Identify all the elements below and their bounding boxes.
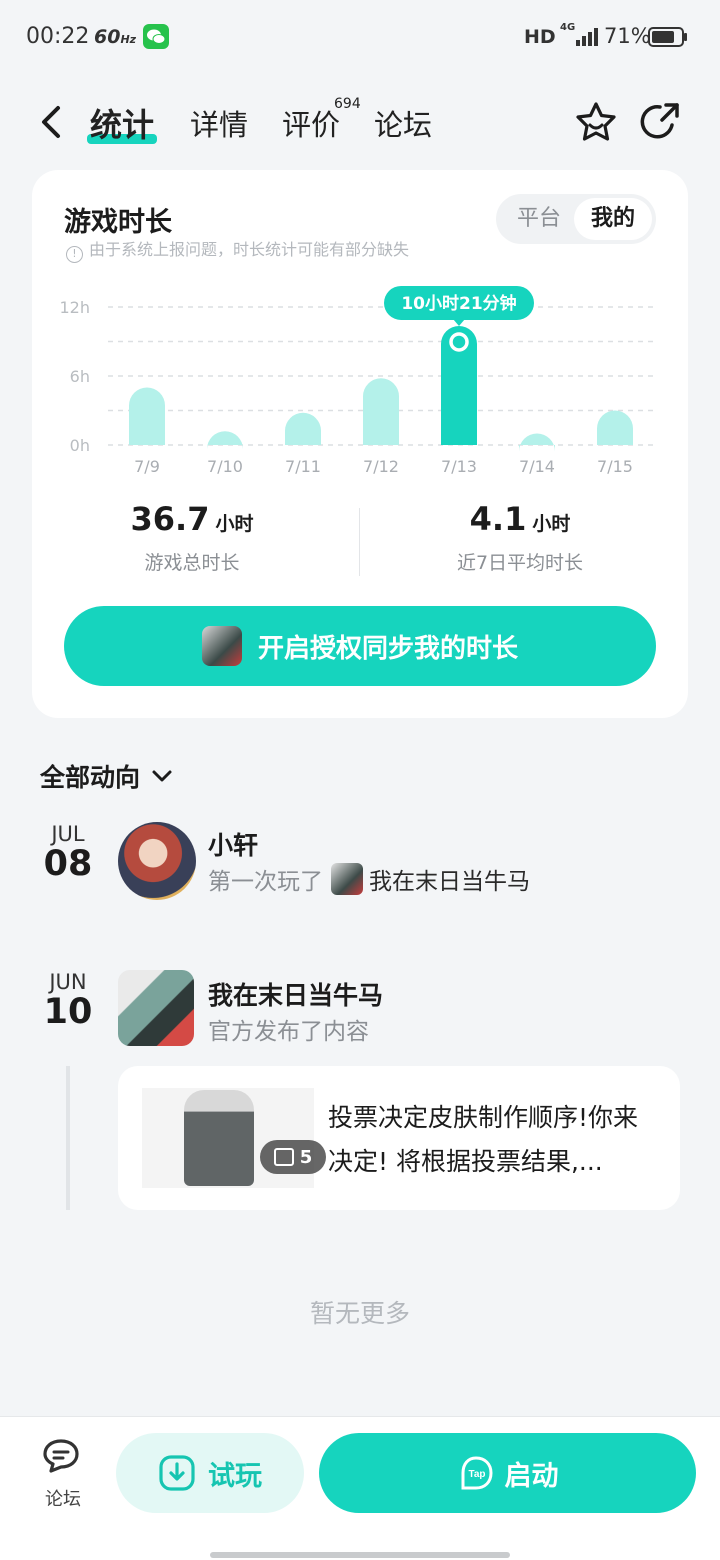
refresh-rate: 60Hz [94,26,137,48]
stat-divider [359,508,360,576]
chart-bar [519,433,555,452]
total-playtime-label: 游戏总时长 [144,552,240,574]
tooltip-label: 10小时21分钟 [401,293,516,314]
back-arrow-icon[interactable] [34,102,70,142]
hd-indicator: HD [524,26,556,48]
activity-day: 08 [43,844,93,884]
activity-date: JUN 10 [38,970,98,1032]
status-time: 00:22 [26,24,90,49]
activity-description: 第一次玩了 我在末日当牛马 [208,862,530,896]
user-avatar[interactable] [118,822,196,900]
average-playtime-value: 4.1 [469,500,527,538]
x-tick-label: 7/14 [519,457,555,476]
y-tick-label: 6h [70,367,90,386]
launch-label: 启动 [504,1460,559,1492]
x-tick-label: 7/9 [134,457,160,476]
info-icon: ! [66,246,83,263]
toggle-platform[interactable]: 平台 [504,198,574,240]
total-playtime-value: 36.7 [130,500,210,538]
activity-month: JUL [51,822,85,846]
y-tick-label: 12h [60,298,91,317]
tooltip-pointer [453,318,465,326]
post-thumbnail: 5 [142,1088,326,1188]
post-card[interactable]: 5 投票决定皮肤制作顺序!你来决定! 将根据投票结果,... [118,1066,680,1210]
download-icon [159,1455,195,1491]
tab-forum[interactable]: 论坛 [374,102,432,144]
forum-chat-icon [43,1439,79,1473]
sync-playtime-button[interactable]: 开启授权同步我的时长 [64,606,656,686]
tap-logo-icon: Tap [461,1456,493,1490]
chart-bar [597,410,633,445]
activity-month: JUN [49,970,87,994]
trial-button[interactable]: 试玩 [116,1433,304,1513]
wechat-notification-icon [143,24,169,49]
thread-line [66,1066,70,1210]
no-more-text: 暂无更多 [309,1299,410,1328]
post-text: 投票决定皮肤制作顺序!你来决定! 将根据投票结果,... [328,1103,639,1176]
playtime-card: 游戏时长 ! 由于系统上报问题，时长统计可能有部分缺失 平台 我的 0h 6h 12h… [32,170,688,718]
x-tick-label: 7/10 [207,457,243,476]
launch-button[interactable]: Tap 启动 [319,1433,696,1513]
image-icon [273,1148,294,1166]
x-tick-label: 7/11 [285,457,321,476]
home-indicator [210,1552,510,1558]
forum-button[interactable]: 论坛 [36,1437,90,1517]
average-playtime-label: 近7日平均时长 [456,552,584,574]
total-playtime-unit: 小时 [215,513,254,535]
trial-label: 试玩 [208,1460,262,1492]
x-tick-label: 7/12 [363,457,399,476]
image-count-badge: 5 [260,1140,326,1174]
status-bar: 00:22 60Hz HD 4G 71% [0,0,720,76]
forum-label: 论坛 [45,1489,81,1510]
game-chip-label[interactable]: 我在末日当牛马 [369,869,530,895]
activity-game-name[interactable]: 我在末日当牛马 [208,976,383,1012]
chart-bar [285,412,321,445]
tab-stats[interactable]: 统计 [90,100,154,146]
game-chip-icon [331,863,363,895]
signal-icon [576,28,598,46]
network-type: 4G [560,22,576,33]
chart-bar [363,378,399,445]
playtime-bar-chart: 0h 6h 12h 7/9 7/10 7/11 7/12 7/13 10小时21分钟 7/14 7/… [60,285,654,476]
top-navigation: 统计 详情 评价 694 论坛 [0,90,720,160]
card-title: 游戏时长 [64,207,172,238]
x-tick-label: 7/15 [597,457,633,476]
battery-percent: 71% [604,24,651,48]
average-playtime: 4.1 小时 近7日平均时长 [370,500,670,575]
activity-date: JUL 08 [38,822,98,884]
y-tick-label: 0h [70,436,90,455]
character-figure [184,1090,254,1186]
chart-bar [207,431,243,450]
card-note: ! 由于系统上报问题，时长统计可能有部分缺失 [66,236,409,263]
game-icon [201,626,242,666]
svg-text:Tap: Tap [468,1469,485,1480]
tab-details[interactable]: 详情 [190,102,248,144]
chevron-down-icon [152,770,172,782]
chart-bar [129,387,165,445]
activity-description: 官方发布了内容 [208,1019,369,1045]
activity-user-name[interactable]: 小轩 [208,826,258,862]
battery-icon [648,27,687,47]
total-playtime: 36.7 小时 游戏总时长 [42,500,342,575]
review-count-badge: 694 [334,96,361,112]
activity-day: 10 [43,992,93,1032]
activity-filter-label: 全部动向 [40,763,141,792]
toggle-mine[interactable]: 我的 [574,198,652,240]
share-icon[interactable] [638,100,682,144]
bottom-action-bar: 论坛 试玩 Tap 启动 [0,1416,720,1560]
tab-reviews[interactable]: 评价 [282,102,340,144]
average-playtime-unit: 小时 [532,513,571,535]
game-avatar[interactable] [118,970,194,1046]
activity-filter-dropdown[interactable]: 全部动向 [40,758,174,794]
source-toggle: 平台 我的 [496,194,656,244]
x-tick-label: 7/13 [441,457,477,476]
favorite-star-icon[interactable] [574,100,618,144]
chart-bar [441,325,477,445]
sync-playtime-label: 开启授权同步我的时长 [257,633,518,664]
